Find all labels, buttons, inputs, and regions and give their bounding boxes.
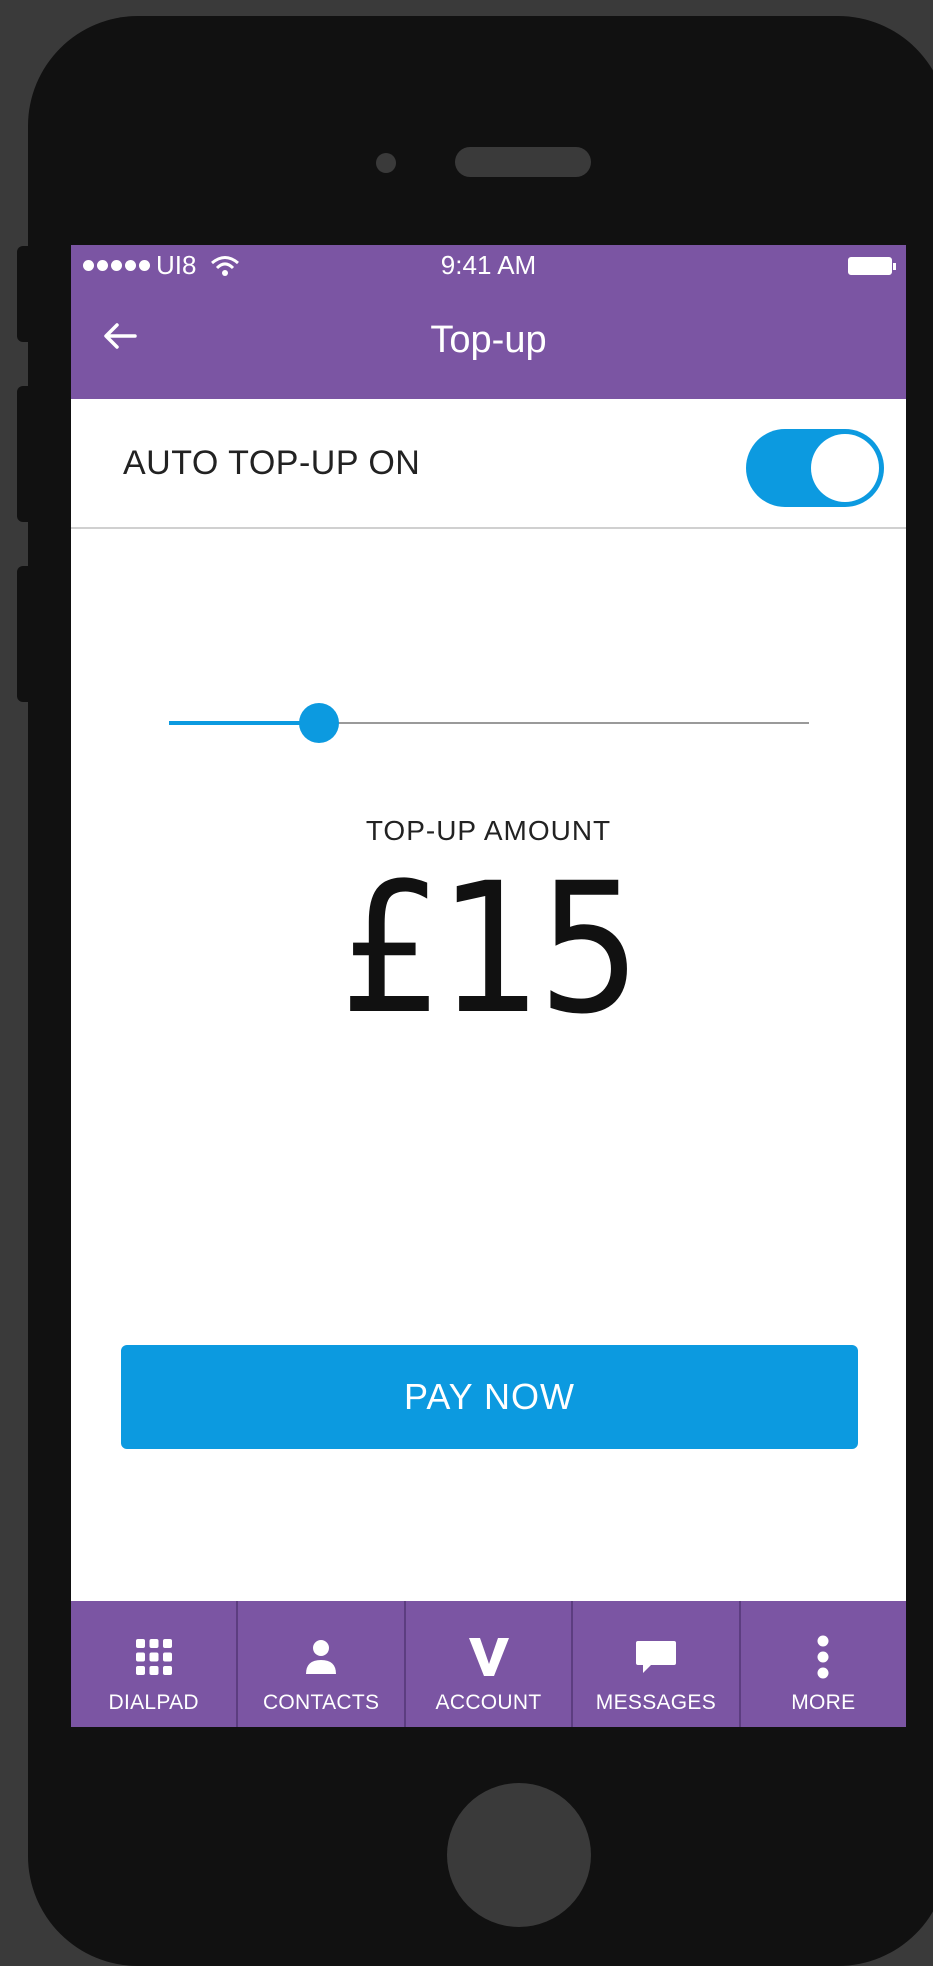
topup-amount-label: TOP-UP AMOUNT [365,815,612,846]
more-vertical-icon [817,1635,829,1679]
volume-up-button [17,386,31,522]
v-logo-icon [468,1638,509,1676]
message-bubble-icon [635,1641,676,1673]
mute-switch [17,246,31,342]
tab-account[interactable]: ACCOUNT [406,1601,574,1727]
topup-amount-slider[interactable] [169,703,809,743]
tab-more[interactable]: MORE [741,1601,906,1727]
tab-messages[interactable]: MESSAGES [573,1601,741,1727]
battery-icon [848,257,896,275]
home-button[interactable] [447,1783,591,1927]
tab-label: CONTACTS [262,1691,380,1714]
tab-contacts[interactable]: CONTACTS [238,1601,406,1727]
tab-label: ACCOUNT [435,1691,542,1714]
earpiece-speaker [455,147,591,177]
toggle-knob [811,434,879,502]
page-title: Top-up [430,319,547,361]
pay-now-button[interactable]: PAY NOW [121,1345,858,1449]
slider-thumb[interactable] [299,703,340,743]
auto-topup-toggle[interactable] [746,429,884,507]
tab-label: DIALPAD [108,1691,199,1714]
status-time: 9:41 AM [440,250,537,280]
front-camera [376,153,396,173]
auto-topup-label: AUTO TOP-UP ON [123,444,421,482]
status-bar: UI8 9:41 AM [71,245,906,285]
tab-dialpad[interactable]: DIALPAD [71,1601,239,1727]
tab-bar: DIALPAD CONTACTS ACCOUNT MESSAGES MORE [71,1601,906,1727]
topup-amount-value: £15 [339,845,641,1054]
volume-down-button [17,566,31,702]
tab-label: MESSAGES [595,1691,717,1714]
tab-label: MORE [791,1691,856,1714]
dialpad-icon [135,1639,172,1675]
nav-bar: Top-up [71,285,906,399]
slider-fill [169,721,320,725]
app-screen: UI8 9:41 AM Top-up AUTO TOP-UP ON TOP-UP… [71,245,906,1727]
person-icon [306,1640,337,1674]
auto-topup-row: AUTO TOP-UP ON [71,399,906,529]
